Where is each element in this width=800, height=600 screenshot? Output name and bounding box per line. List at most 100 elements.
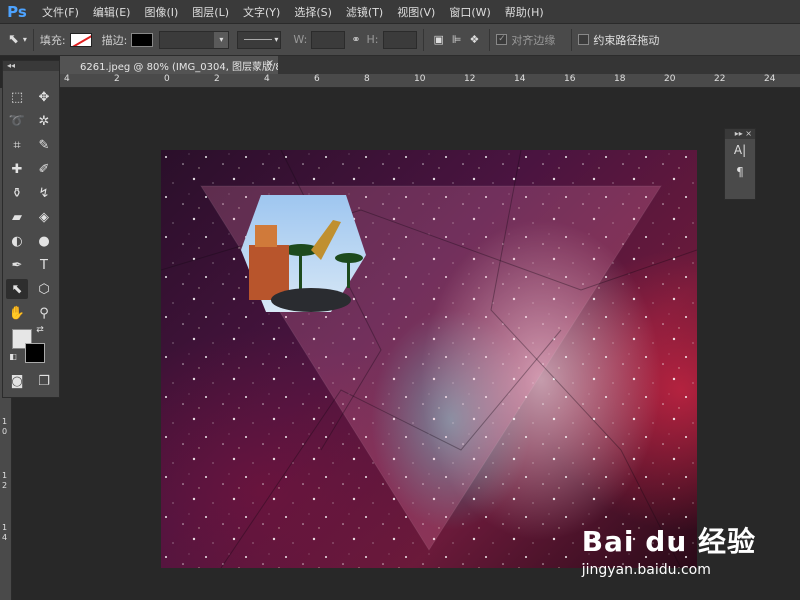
fill-swatch[interactable] [69,32,92,47]
character-panel-icon[interactable]: A| [725,139,755,161]
photoshop-logo: Ps [7,2,27,21]
document-tab[interactable]: 6261.jpeg @ 80% (IMG_0304, 图层蒙版/8) * × [60,56,278,74]
healing-brush-icon[interactable]: ✚ [6,159,28,179]
ruler-tick: 24 [764,74,776,84]
clone-stamp-icon[interactable]: ⚱ [6,183,28,203]
ruler-tick: 2 [2,481,8,490]
brush-tool-icon[interactable]: ✐ [33,159,55,179]
stroke-type-dropdown[interactable]: ▾ [237,30,282,49]
ruler-tick: 12 [464,74,476,84]
eraser-tool-icon[interactable]: ▰ [6,207,28,227]
align-edges-checkbox[interactable]: ✓ [496,34,508,45]
menu-type[interactable]: 文字(Y) [243,4,280,20]
polygon-tool-icon[interactable]: ⬡ [33,279,55,299]
width-field[interactable] [311,30,346,49]
quick-mask-icon[interactable]: ◙ [6,371,28,391]
eyedropper-icon[interactable]: ✎ [33,135,55,155]
menu-window[interactable]: 窗口(W) [449,4,490,20]
marquee-tool-icon[interactable]: ⬚ [6,87,28,107]
path-alignment-icon[interactable]: ⊫ [452,33,462,46]
ruler-horizontal: 4 2 0 2 4 6 8 10 12 14 16 18 20 22 24 [60,74,800,88]
panel-expand-icon[interactable]: ▸▸ × [725,129,755,139]
menu-select[interactable]: 选择(S) [294,4,332,20]
width-label: W: [293,33,308,46]
watermark-url: jingyan.baidu.com [581,562,711,578]
ruler-tick: 1 [2,471,8,480]
stroke-label: 描边: [101,33,128,47]
menu-layer[interactable]: 图层(L) [192,4,229,20]
stroke-line-icon [244,39,273,40]
path-operations-icon[interactable]: ▣ [434,33,444,46]
swap-colors-icon[interactable]: ⇄ [33,323,47,337]
height-field[interactable] [382,30,417,49]
baidu-watermark: Bai du 经验 jingyan.baidu.com [582,520,756,578]
link-icon[interactable]: ⚭ [351,33,360,46]
menu-file[interactable]: 文件(F) [42,4,79,20]
menu-image[interactable]: 图像(I) [144,4,178,20]
pen-tool-icon[interactable]: ✒ [6,255,28,275]
fill-label: 填充: [39,33,66,47]
character-panel-dock: ▸▸ × A| ¶ [724,128,756,200]
ruler-tick: 16 [564,74,576,84]
paragraph-panel-icon[interactable]: ¶ [725,161,755,183]
zoom-tool-icon[interactable]: ⚲ [33,303,55,323]
chevron-down-icon: ▾ [214,31,229,48]
canvas-artwork [161,150,697,568]
paint-bucket-icon[interactable]: ◈ [33,207,55,227]
default-colors-icon[interactable]: ◧ [8,351,18,361]
divider [32,28,34,51]
tool-preset-chevron-icon[interactable]: ▾ [23,35,27,44]
chevron-down-icon: ▾ [274,35,279,44]
ruler-tick: 18 [614,74,626,84]
ruler-tick: 0 [164,74,170,84]
divider [571,28,573,51]
constrain-path-checkbox[interactable] [578,34,590,45]
ruler-tick: 22 [714,74,726,84]
path-selection-tool-icon[interactable]: ⬉ [6,279,28,299]
panel-collapse-icon[interactable]: ◂◂ [3,61,59,71]
type-tool-icon[interactable]: T [33,255,55,275]
ruler-tick: 4 [64,74,70,84]
document-tab-bar: 6261.jpeg @ 80% (IMG_0304, 图层蒙版/8) * × [60,56,800,74]
document-canvas[interactable] [161,150,697,568]
stroke-swatch[interactable] [131,32,154,47]
move-tool-icon[interactable]: ✥ [33,87,55,107]
lasso-tool-icon[interactable]: ➰ [6,111,28,131]
screen-mode-icon[interactable]: ❐ [33,371,55,391]
ruler-tick: 20 [664,74,676,84]
stroke-width-dropdown[interactable]: ▾ [159,30,230,49]
align-edges-label: 对齐边缘 [511,33,556,47]
background-color-swatch[interactable] [25,343,45,363]
path-arrangement-icon[interactable]: ❖ [470,33,480,46]
divider [489,28,491,51]
ruler-tick: 1 [2,417,8,426]
ruler-tick: 2 [214,74,220,84]
dodge-tool-icon[interactable]: ● [33,231,55,251]
ruler-tick: 4 [264,74,270,84]
constrain-path-label: 约束路径拖动 [593,33,660,47]
crop-tool-icon[interactable]: ⌗ [6,135,28,155]
menu-edit[interactable]: 编辑(E) [93,4,131,20]
blur-tool-icon[interactable]: ◐ [6,231,28,251]
hand-tool-icon[interactable]: ✋ [6,303,28,323]
document-tab-title: 6261.jpeg @ 80% (IMG_0304, 图层蒙版/8) * [80,61,278,73]
ruler-tick: 2 [114,74,120,84]
options-bar: ⬉ ▾ 填充: 描边: ▾ ▾ W: ⚭ H: ▣ ⊫ ❖ ✓ 对齐边缘 约束路… [0,24,800,56]
tools-panel: ◂◂ ⬚ ✥ ➰ ✲ ⌗ ✎ ✚ ✐ ⚱ ↯ ▰ ◈ ◐ ● ✒ T ⬉ ⬡ ✋… [2,60,60,398]
menu-help[interactable]: 帮助(H) [505,4,544,20]
path-selection-tool-icon[interactable]: ⬉ [8,32,19,47]
menu-view[interactable]: 视图(V) [397,4,435,20]
ruler-tick: 6 [314,74,320,84]
ruler-tick: 4 [2,533,8,542]
menu-filter[interactable]: 滤镜(T) [346,4,383,20]
watermark-brand: Bai du 经验 [581,525,756,558]
history-brush-icon[interactable]: ↯ [33,183,55,203]
ruler-tick: 8 [364,74,370,84]
close-icon[interactable]: × [266,58,274,69]
menu-bar: Ps 文件(F) 编辑(E) 图像(I) 图层(L) 文字(Y) 选择(S) 滤… [0,0,800,24]
ruler-tick: 0 [2,427,8,436]
ruler-tick: 14 [514,74,526,84]
divider [422,28,424,51]
magic-wand-icon[interactable]: ✲ [33,111,55,131]
height-label: H: [366,33,379,46]
